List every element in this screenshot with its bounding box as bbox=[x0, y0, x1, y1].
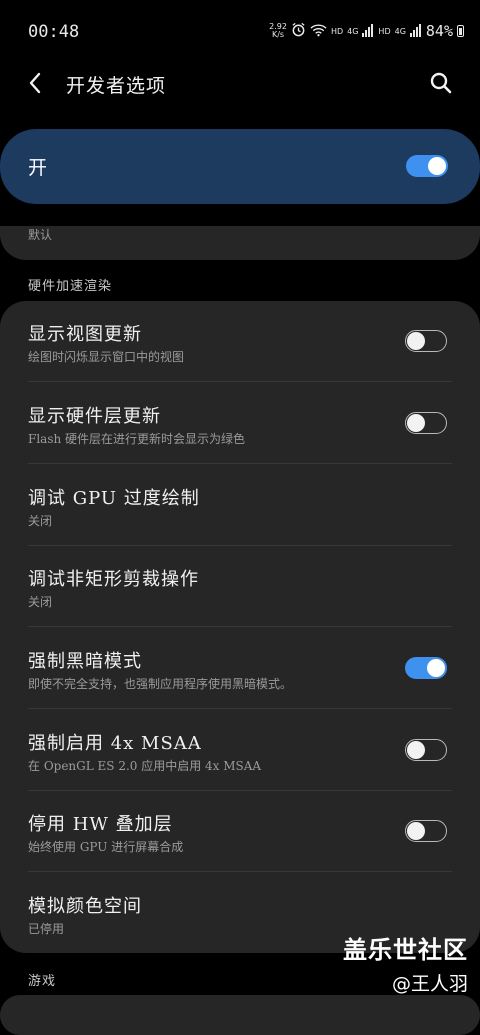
signal-icon-2 bbox=[409, 22, 422, 41]
setting-summary: 已停用 bbox=[28, 922, 65, 936]
divider bbox=[28, 381, 452, 382]
alarm-icon bbox=[291, 22, 306, 41]
setting-summary: 关闭 bbox=[28, 595, 53, 609]
page-title: 开发者选项 bbox=[66, 75, 167, 97]
setting-disable-hw-overlays[interactable]: 停用 HW 叠加层 始终使用 GPU 进行屏幕合成 bbox=[0, 791, 480, 872]
switch-knob bbox=[407, 741, 425, 759]
watermark-user: @王人羽 bbox=[391, 973, 468, 995]
search-icon bbox=[430, 72, 452, 98]
setting-show-view-updates[interactable]: 显示视图更新 绘图时闪烁显示窗口中的视图 bbox=[0, 301, 480, 382]
app-bar: 开发者选项 bbox=[0, 62, 480, 106]
setting-summary: 在 OpenGL ES 2.0 应用中启用 4x MSAA bbox=[28, 759, 262, 773]
divider bbox=[28, 708, 452, 709]
switch-knob bbox=[427, 659, 445, 677]
setting-title: 调试非矩形剪裁操作 bbox=[28, 569, 199, 590]
signal-icon-1 bbox=[362, 22, 374, 41]
watermark: 盖乐世社区 @王人羽 bbox=[343, 930, 468, 996]
setting-title: 模拟颜色空间 bbox=[28, 896, 142, 917]
setting-title: 显示硬件层更新 bbox=[28, 406, 161, 427]
force-4x-msaa-switch[interactable] bbox=[405, 739, 447, 761]
wifi-icon bbox=[310, 22, 327, 41]
show-view-updates-switch[interactable] bbox=[405, 330, 447, 352]
hd-label-2: HD bbox=[378, 26, 391, 36]
show-hw-layer-updates-switch[interactable] bbox=[405, 412, 447, 434]
setting-title: 强制黑暗模式 bbox=[28, 651, 142, 672]
hd-label-1: HD bbox=[330, 26, 344, 36]
setting-title: 显示视图更新 bbox=[28, 324, 142, 345]
back-button[interactable] bbox=[20, 70, 50, 100]
back-arrow-icon bbox=[28, 72, 42, 98]
status-icons: 2.92 K/s HD 4G HD 4G 84% bbox=[269, 20, 464, 42]
setting-summary: Flash 硬件层在进行更新时会显示为绿色 bbox=[28, 432, 246, 446]
force-dark-mode-switch[interactable] bbox=[405, 657, 447, 679]
hw-rendering-settings-card: 显示视图更新 绘图时闪烁显示窗口中的视图 显示硬件层更新 Flash 硬件层在进… bbox=[0, 301, 480, 953]
divider bbox=[28, 871, 452, 872]
network-type-1: 4G bbox=[347, 26, 359, 36]
previous-setting-summary: 默认 bbox=[28, 228, 53, 242]
setting-summary: 绘图时闪烁显示窗口中的视图 bbox=[28, 350, 185, 364]
developer-options-master-toggle[interactable]: 开 bbox=[0, 129, 480, 204]
divider bbox=[28, 463, 452, 464]
setting-summary: 关闭 bbox=[28, 514, 53, 528]
master-toggle-label: 开 bbox=[28, 157, 48, 179]
battery-icon bbox=[457, 25, 464, 37]
switch-knob bbox=[407, 822, 425, 840]
master-switch[interactable] bbox=[406, 155, 448, 177]
setting-debug-non-rect-clip[interactable]: 调试非矩形剪裁操作 关闭 bbox=[0, 546, 480, 627]
status-bar: 00:48 2.92 K/s HD 4G HD 4G 84% bbox=[0, 0, 480, 62]
setting-title: 调试 GPU 过度绘制 bbox=[28, 488, 200, 509]
setting-title: 停用 HW 叠加层 bbox=[28, 814, 173, 835]
switch-knob bbox=[407, 414, 425, 432]
setting-show-hw-layer-updates[interactable]: 显示硬件层更新 Flash 硬件层在进行更新时会显示为绿色 bbox=[0, 383, 480, 464]
watermark-logo: 盖乐世社区 bbox=[343, 936, 468, 964]
setting-force-dark-mode[interactable]: 强制黑暗模式 即使不完全支持，也强制应用程序使用黑暗模式。 bbox=[0, 628, 480, 709]
setting-summary: 始终使用 GPU 进行屏幕合成 bbox=[28, 840, 184, 854]
switch-knob bbox=[428, 157, 446, 175]
setting-debug-gpu-overdraw[interactable]: 调试 GPU 过度绘制 关闭 bbox=[0, 465, 480, 546]
search-button[interactable] bbox=[426, 70, 456, 100]
setting-title: 强制启用 4x MSAA bbox=[28, 733, 202, 754]
previous-setting-card[interactable]: 默认 bbox=[0, 226, 480, 260]
section-header-hw-rendering: 硬件加速渲染 bbox=[28, 279, 113, 294]
network-speed: 2.92 K/s bbox=[269, 22, 287, 39]
disable-hw-overlays-switch[interactable] bbox=[405, 820, 447, 842]
network-type-2: 4G bbox=[394, 26, 406, 36]
status-time: 00:48 bbox=[28, 22, 80, 42]
divider bbox=[28, 626, 452, 627]
section-header-games: 游戏 bbox=[28, 974, 57, 989]
battery-percentage: 84% bbox=[425, 22, 453, 40]
setting-summary: 即使不完全支持，也强制应用程序使用黑暗模式。 bbox=[28, 677, 293, 691]
games-settings-card bbox=[0, 995, 480, 1035]
switch-knob bbox=[407, 332, 425, 350]
setting-force-4x-msaa[interactable]: 强制启用 4x MSAA 在 OpenGL ES 2.0 应用中启用 4x MS… bbox=[0, 710, 480, 791]
